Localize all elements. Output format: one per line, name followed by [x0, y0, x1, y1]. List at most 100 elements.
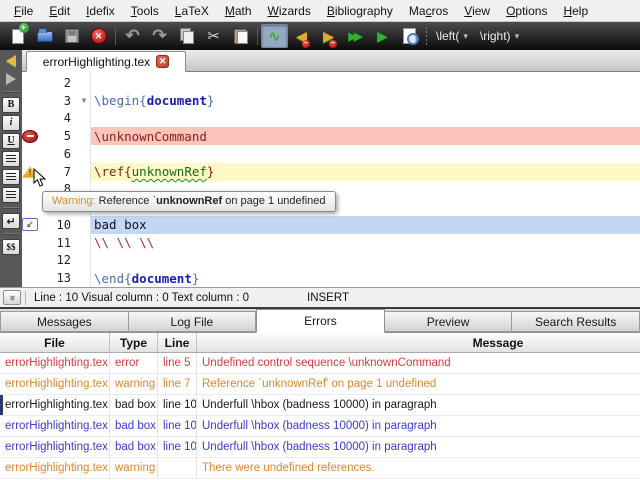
cell-file: errorHighlighting.tex [0, 395, 110, 415]
previous-error-button[interactable]: ◀ [288, 24, 315, 48]
new-file-button[interactable] [4, 24, 31, 48]
menu-edit[interactable]: Edit [41, 2, 78, 20]
line-number: 5 [38, 129, 78, 143]
cell-file: errorHighlighting.tex [0, 458, 110, 478]
column-header-message[interactable]: Message [197, 333, 640, 352]
menu-wizards[interactable]: Wizards [260, 2, 319, 20]
math-mode-button[interactable]: $$ [2, 239, 20, 255]
underline-button[interactable]: U [2, 133, 20, 149]
panel-tab-errors[interactable]: Errors [256, 309, 385, 333]
panel-tab-search-results[interactable]: Search Results [512, 311, 640, 332]
fold-column [78, 127, 91, 145]
line-text[interactable]: \unknownCommand [91, 127, 640, 145]
cut-button[interactable]: ✂ [200, 24, 227, 48]
column-header-line[interactable]: Line [158, 333, 197, 352]
panel-tab-preview[interactable]: Preview [385, 311, 513, 332]
badbox-marker-icon[interactable] [22, 218, 38, 231]
tab-close-icon[interactable]: ✕ [156, 55, 169, 68]
build-and-view-button[interactable]: ▶▶ [342, 24, 369, 48]
line-number: 6 [38, 147, 78, 161]
table-row[interactable]: errorHighlighting.texbad boxline 10Under… [0, 395, 640, 416]
align-left-button[interactable] [2, 151, 20, 167]
fold-marker-icon[interactable]: ▼ [78, 92, 91, 110]
cell-type: bad box [110, 416, 158, 436]
fold-column [78, 269, 91, 287]
previous-error-icon: ◀ [296, 28, 307, 45]
table-row[interactable]: errorHighlighting.texerrorline 5Undefine… [0, 353, 640, 374]
align-center-button[interactable] [2, 169, 20, 185]
menu-macros[interactable]: Macros [401, 2, 456, 20]
line-break-button[interactable]: ↵ [2, 213, 20, 229]
view-pdf-button[interactable] [396, 24, 423, 48]
right-delimiter-button[interactable]: \right)▾ [474, 24, 525, 48]
tooltip-ref-name: unknownRef [156, 195, 222, 207]
menu-tools[interactable]: Tools [123, 2, 167, 20]
align-right-button[interactable] [2, 187, 20, 203]
arrow-left-icon [6, 55, 16, 67]
current-row-marker [0, 395, 3, 415]
column-header-file[interactable]: File [0, 333, 110, 352]
fold-column [78, 74, 91, 92]
fold-column [78, 216, 91, 234]
collapse-panel-button[interactable]: » [3, 290, 21, 305]
editor-tab[interactable]: errorHighlighting.tex ✕ [26, 51, 186, 72]
menu-idefix[interactable]: Idefix [78, 2, 123, 20]
panel-tab-messages[interactable]: Messages [0, 311, 129, 332]
cell-type: warning [110, 374, 158, 394]
symbols-button[interactable]: ∿ [261, 24, 288, 48]
menu-latex[interactable]: LaTeX [167, 2, 217, 20]
close-file-button[interactable] [85, 24, 112, 48]
code-token: \end{ [94, 271, 132, 286]
copy-button[interactable] [173, 24, 200, 48]
line-number: 11 [38, 236, 78, 250]
compile-button[interactable]: ▶ [369, 24, 396, 48]
menu-math[interactable]: Math [217, 2, 260, 20]
line-text[interactable]: bad box [91, 216, 640, 234]
menu-view[interactable]: View [456, 2, 498, 20]
editor-line: 7\ref{unknownRef} [22, 163, 640, 181]
cell-message: Underfull \hbox (badness 10000) in parag… [197, 416, 640, 436]
open-file-button[interactable] [31, 24, 58, 48]
chevron-down-icon: ▾ [515, 31, 520, 42]
status-separator [25, 291, 26, 305]
cell-type: bad box [110, 437, 158, 457]
line-text[interactable]: \end{document} [91, 269, 640, 287]
code-editor[interactable]: 23▼\begin{document}45\unknownCommand67\r… [22, 72, 640, 287]
arrow-right-icon [6, 73, 16, 85]
table-row[interactable]: errorHighlighting.texbad boxline 10Under… [0, 437, 640, 458]
line-text[interactable]: \ref{unknownRef} [91, 163, 640, 181]
code-token: document [147, 93, 207, 108]
forward-button[interactable] [2, 71, 20, 87]
align-right-icon [6, 191, 16, 199]
table-row[interactable]: errorHighlighting.texwarningThere were u… [0, 458, 640, 479]
fold-column [78, 163, 91, 181]
menu-file[interactable]: File [6, 2, 41, 20]
table-row[interactable]: errorHighlighting.texbad boxline 10Under… [0, 416, 640, 437]
undo-button[interactable]: ↶ [119, 24, 146, 48]
line-text[interactable]: \\ \\ \\ [91, 234, 640, 252]
save-file-button[interactable] [58, 24, 85, 48]
table-row[interactable]: errorHighlighting.texwarningline 7Refere… [0, 374, 640, 395]
back-button[interactable] [2, 53, 20, 69]
copy-icon [183, 31, 194, 44]
editor-line: 6 [22, 145, 640, 163]
line-text[interactable] [91, 145, 640, 163]
paste-button[interactable] [227, 24, 254, 48]
panel-tab-log-file[interactable]: Log File [129, 311, 257, 332]
left-delimiter-button[interactable]: \left(▾ [430, 24, 474, 48]
menu-options[interactable]: Options [498, 2, 555, 20]
line-text[interactable] [91, 74, 640, 92]
menu-bibliography[interactable]: Bibliography [319, 2, 401, 20]
italic-button[interactable]: i [2, 115, 20, 131]
line-text[interactable] [91, 110, 640, 128]
line-text[interactable] [91, 252, 640, 270]
next-error-button[interactable]: ▶ [315, 24, 342, 48]
compile-icon: ▶ [377, 28, 388, 45]
error-marker-icon[interactable] [22, 130, 38, 143]
bold-button[interactable]: B [2, 97, 20, 113]
redo-button[interactable]: ↷ [146, 24, 173, 48]
line-text[interactable]: \begin{document} [91, 92, 640, 110]
menu-help[interactable]: Help [555, 2, 596, 20]
line-number: 12 [38, 253, 78, 267]
column-header-type[interactable]: Type [110, 333, 158, 352]
